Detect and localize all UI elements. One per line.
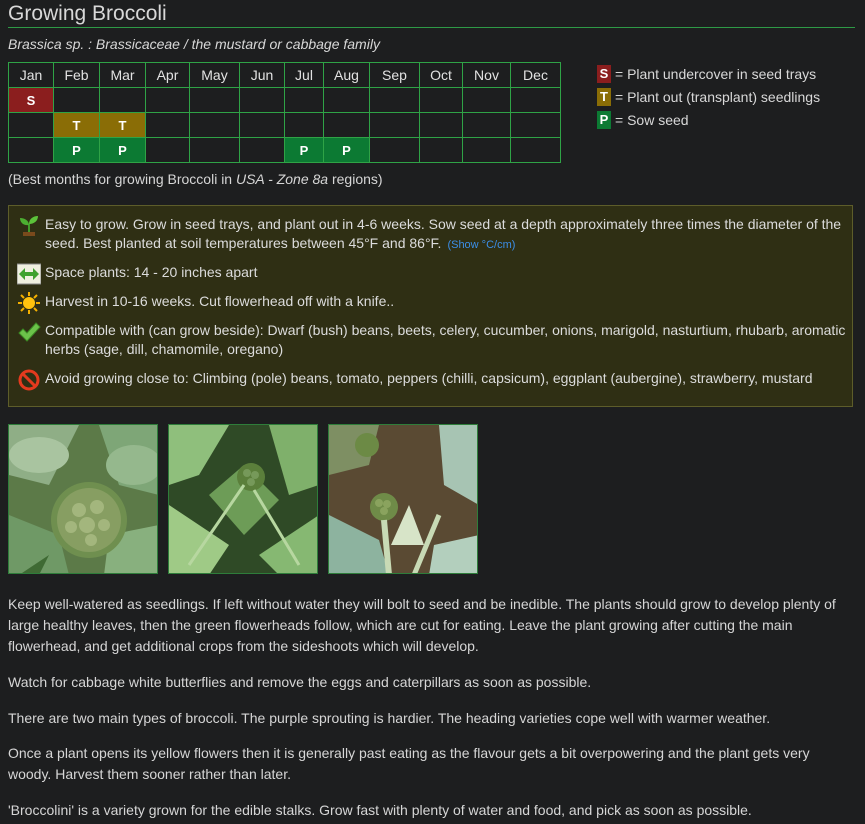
calendar-cell-empty [8,112,54,138]
region-note: (Best months for growing Broccoli in USA… [8,171,383,187]
calendar-row: TT [8,112,561,138]
calendar-cell-empty [419,137,463,163]
spacing-arrows-icon [17,263,41,285]
checkmark-icon [18,322,41,342]
legend-item-sow: P = Sow seed [597,108,820,131]
region-note-suffix: regions) [328,171,383,187]
seedling-icon [20,216,38,236]
calendar-cell-empty [99,87,146,113]
calendar-cell-p: P [99,137,146,163]
calendar-cell-empty [369,137,420,163]
paragraph-watering: Keep well-watered as seedlings. If left … [8,596,836,654]
prohibited-icon [18,369,40,391]
region-note-prefix: (Best months for growing Broccoli in [8,171,236,187]
paragraph-broccolini: 'Broccolini' is a variety grown for the … [8,802,752,818]
month-header-sep: Sep [369,62,420,88]
calendar-cell-empty [53,87,100,113]
calendar-cell-empty [145,137,190,163]
calendar-cell-empty [239,112,285,138]
month-header-feb: Feb [53,62,100,88]
month-header-jul: Jul [284,62,324,88]
calendar-cell-t: T [99,112,146,138]
calendar-cell-empty [419,112,463,138]
growing-info-box: Easy to grow. Grow in seed trays, and pl… [8,205,853,407]
paragraph-pests: Watch for cabbage white butterflies and … [8,674,592,690]
page-title: Growing Broccoli [8,2,855,28]
paragraph-flowering: Once a plant opens its yellow flowers th… [8,745,810,782]
calendar-cell-empty [189,137,240,163]
month-header-jun: Jun [239,62,285,88]
info-grow-text: Easy to grow. Grow in seed trays, and pl… [45,216,842,251]
calendar-cell-empty [189,112,240,138]
month-header-jan: Jan [8,62,54,88]
month-header-aug: Aug [323,62,370,88]
info-spacing-text: Space plants: 14 - 20 inches apart [45,264,258,280]
month-header-mar: Mar [99,62,146,88]
calendar-cell-empty [284,87,324,113]
broccoli-young-head-photo[interactable] [168,424,318,574]
month-header-dec: Dec [510,62,561,88]
calendar-cell-empty [189,87,240,113]
month-header-nov: Nov [462,62,511,88]
broccoli-sideshoots-photo[interactable] [328,424,478,574]
legend-key-t: T [597,87,611,106]
calendar-cell-empty [462,112,511,138]
month-header-oct: Oct [419,62,463,88]
calendar-cell-empty [239,137,285,163]
legend-key-s: S [597,64,611,83]
info-compatible-text: Compatible with (can grow beside): Dwarf… [45,322,846,357]
calendar-cell-empty [239,87,285,113]
info-row-grow: Easy to grow. Grow in seed trays, and pl… [17,214,849,255]
calendar-cell-empty [323,87,370,113]
info-row-spacing: Space plants: 14 - 20 inches apart [17,262,849,286]
calendar-cell-t: T [53,112,100,138]
calendar-row: S [8,87,561,113]
sun-icon [18,292,40,314]
calendar-cell-empty [419,87,463,113]
calendar-cell-p: P [284,137,324,163]
calendar-row: PPPP [8,137,561,163]
calendar-cell-empty [510,112,561,138]
calendar-cell-empty [462,137,511,163]
calendar-cell-empty [369,112,420,138]
calendar-cell-empty [369,87,420,113]
info-avoid-text: Avoid growing close to: Climbing (pole) … [45,370,813,386]
legend-label: = Plant out (transplant) seedlings [615,88,821,105]
region-link[interactable]: USA - Zone 8a [236,171,328,187]
calendar-cell-empty [323,112,370,138]
calendar-cell-empty [145,112,190,138]
calendar-cell-empty [8,137,54,163]
calendar-month-header: Jan Feb Mar Apr May Jun Jul Aug Sep Oct Nov Dec [8,62,561,88]
info-row-compatible: Compatible with (can grow beside): Dwarf… [17,320,849,359]
calendar-legend: S = Plant undercover in seed trays T = P… [597,62,820,131]
legend-label: = Plant undercover in seed trays [615,65,817,82]
calendar-cell-empty [462,87,511,113]
month-header-apr: Apr [145,62,190,88]
calendar-cell-empty [145,87,190,113]
calendar-cell-p: P [53,137,100,163]
calendar-cell-empty [510,87,561,113]
calendar-cell-p: P [323,137,370,163]
info-row-avoid: Avoid growing close to: Climbing (pole) … [17,368,849,392]
info-harvest-text: Harvest in 10-16 weeks. Cut flowerhead o… [45,293,395,309]
legend-label: = Sow seed [615,111,689,128]
month-header-may: May [189,62,240,88]
legend-key-p: P [597,110,611,129]
paragraph-types: There are two main types of broccoli. Th… [8,710,771,726]
calendar-cell-s: S [8,87,54,113]
legend-item-transplant: T = Plant out (transplant) seedlings [597,85,820,108]
show-celsius-link[interactable]: (Show °C/cm) [447,239,515,251]
page-subtitle: Brassica sp. : Brassicaceae / the mustar… [8,36,380,52]
legend-item-seed-trays: S = Plant undercover in seed trays [597,62,820,85]
info-row-harvest: Harvest in 10-16 weeks. Cut flowerhead o… [17,291,849,315]
calendar-cell-empty [284,112,324,138]
calendar-cell-empty [510,137,561,163]
planting-calendar: Jan Feb Mar Apr May Jun Jul Aug Sep Oct Nov Dec S T T P… [8,62,561,163]
broccoli-head-photo[interactable] [8,424,158,574]
